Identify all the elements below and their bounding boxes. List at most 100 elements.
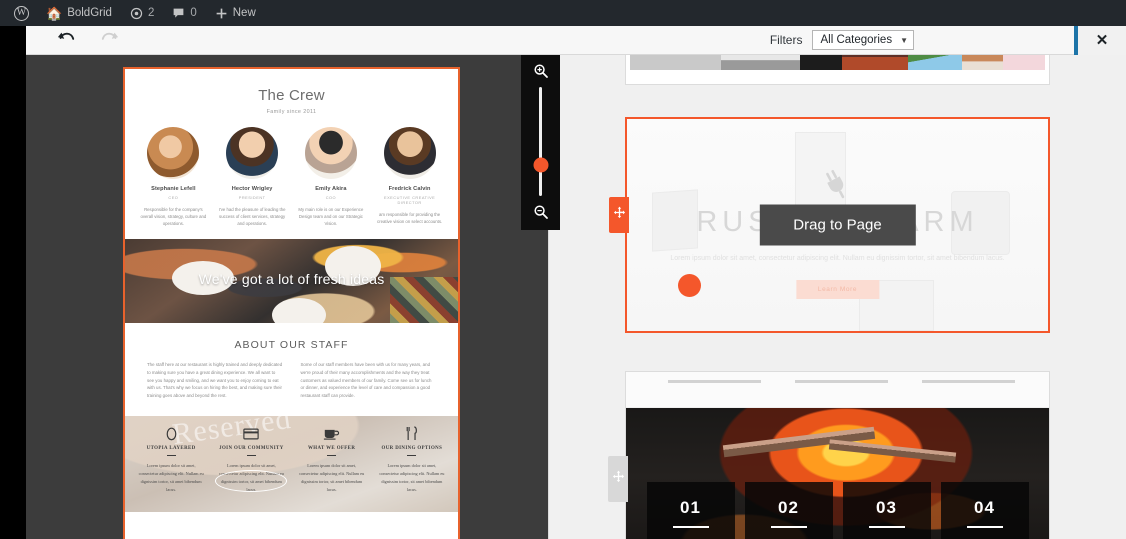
wp-admin-bar: W 🏠 BoldGrid 2 0 New xyxy=(0,0,1126,26)
zoom-slider-handle[interactable] xyxy=(533,157,548,173)
feature-item: OUR DINING OPTIONS Lorem ipsum dolor sit… xyxy=(372,426,452,494)
avatar xyxy=(226,127,279,179)
feature-title: UTOPIA LAYERED xyxy=(146,445,196,451)
banner-headline: We've got a lot of fresh ideas xyxy=(198,271,385,288)
redo-arrow-icon xyxy=(99,29,121,52)
crew-member: Emily Akira COO My main role is on our E… xyxy=(295,127,368,227)
blocks-panel: RUSTIC CHARM Lorem ipsum dolor sit amet,… xyxy=(560,55,1126,539)
crew-member-name: Fredrick Calvin xyxy=(388,186,431,192)
block-card-bottom[interactable]: 01 MARKETING 02 CONSULTING 03 BRANDING xyxy=(608,371,1050,539)
numbered-cards-row: 01 MARKETING 02 CONSULTING 03 BRANDING xyxy=(626,481,1049,539)
credit-card-icon xyxy=(211,426,291,442)
crew-member-bio: Responsible for the company's overall vi… xyxy=(140,207,207,227)
about-staff-title: ABOUT OUR STAFF xyxy=(234,339,349,352)
thumb-slice xyxy=(630,55,722,70)
header-line xyxy=(795,380,889,383)
card-number: 01 xyxy=(680,497,701,517)
decorative-ellipse xyxy=(214,469,287,492)
feature-divider xyxy=(246,454,256,457)
block-card-selected[interactable]: RUSTIC CHARM Lorem ipsum dolor sit amet,… xyxy=(609,117,1050,333)
crew-section: The Crew Family since 2011 xyxy=(125,69,458,115)
undo-button[interactable] xyxy=(44,26,88,55)
category-filter-value: All Categories xyxy=(820,34,893,46)
home-icon: 🏠 xyxy=(46,5,63,21)
crew-member-name: Hector Wrigley xyxy=(231,186,273,192)
feature-text: Lorem ipsum dolor sit amet, consectetur … xyxy=(138,463,204,492)
zoom-slider-track[interactable] xyxy=(533,87,548,196)
crew-member-bio: I've had the pleasure of leading the suc… xyxy=(218,207,286,227)
redo-button[interactable] xyxy=(88,26,132,55)
move-arrows-icon xyxy=(612,470,625,488)
preview-canvas: The Crew Family since 2011 Stephanie Lef… xyxy=(26,55,560,539)
card-divider xyxy=(672,525,709,528)
feature-divider xyxy=(407,454,417,457)
crew-member: Fredrick Calvin EXECUTIVE CREATIVE DIREC… xyxy=(373,127,446,227)
thumb-slice xyxy=(800,55,842,70)
canvas-left-gutter xyxy=(0,55,26,539)
editor-toolbar: Filters All Categories ▼ ✕ xyxy=(26,25,1126,55)
crew-member-name: Stephanie Lefell xyxy=(151,186,196,192)
crew-member-role: EXECUTIVE CREATIVE DIRECTOR xyxy=(383,195,436,205)
comments-count: 0 xyxy=(190,7,197,19)
orange-dot-indicator xyxy=(677,273,701,297)
updates-icon xyxy=(130,7,143,20)
site-name-menu[interactable]: 🏠 BoldGrid xyxy=(37,0,121,26)
learn-more-button[interactable]: Learn More xyxy=(795,280,880,300)
fresh-ideas-banner: We've got a lot of fresh ideas xyxy=(125,239,458,324)
filters-label: Filters xyxy=(769,33,803,47)
block-header-strip xyxy=(626,372,1049,408)
card-divider xyxy=(868,525,905,528)
fork-knife-icon xyxy=(372,426,452,442)
chevron-down-icon: ▼ xyxy=(900,35,908,45)
block-card-top[interactable] xyxy=(625,55,1050,85)
comment-icon xyxy=(172,7,185,20)
feature-divider xyxy=(327,454,337,457)
about-staff-paragraph: The staff here at our restaurant is high… xyxy=(147,362,283,399)
feature-item: WHAT WE OFFER Lorem ipsum dolor sit amet… xyxy=(292,426,372,494)
feature-title: WHAT WE OFFER xyxy=(307,445,356,451)
crew-member-bio: am responsible for providing the creativ… xyxy=(377,212,443,225)
undo-arrow-icon xyxy=(55,29,77,52)
features-row: UTOPIA LAYERED Lorem ipsum dolor sit ame… xyxy=(125,416,458,494)
header-line xyxy=(922,380,1016,383)
zoom-control-panel xyxy=(521,55,560,230)
crew-member-role: COO xyxy=(325,195,337,200)
block-drag-handle[interactable] xyxy=(608,456,628,502)
card-number: 03 xyxy=(876,497,897,517)
site-preview-page[interactable]: The Crew Family since 2011 Stephanie Lef… xyxy=(123,67,460,539)
category-filter-select[interactable]: All Categories ▼ xyxy=(812,30,914,50)
crew-member-name: Emily Akira xyxy=(315,186,347,192)
thumb-slice xyxy=(908,55,962,70)
avatar xyxy=(304,127,357,179)
app-screen: W 🏠 BoldGrid 2 0 New Filters All Categor… xyxy=(0,0,1126,539)
numbered-card: 02 CONSULTING xyxy=(744,481,833,539)
crew-member: Stephanie Lefell CEO Responsible for the… xyxy=(137,127,210,227)
thumb-slice xyxy=(721,55,801,70)
updates-count: 2 xyxy=(147,7,155,19)
block-preview-image: 01 MARKETING 02 CONSULTING 03 BRANDING xyxy=(626,408,1049,539)
close-button[interactable]: ✕ xyxy=(1078,25,1126,55)
block-drag-handle[interactable] xyxy=(609,197,629,233)
thumb-slice xyxy=(1003,55,1045,70)
crew-title: The Crew xyxy=(258,87,325,104)
card-number: 02 xyxy=(778,497,799,517)
crew-members-row: Stephanie Lefell CEO Responsible for the… xyxy=(125,115,458,227)
about-staff-paragraph: Some of our staff members have been with… xyxy=(300,362,432,399)
numbered-card: 04 DESIGN xyxy=(940,481,1029,539)
wp-logo-button[interactable]: W xyxy=(0,0,37,26)
about-staff-columns: The staff here at our restaurant is high… xyxy=(143,351,440,400)
card-divider xyxy=(770,525,807,528)
comments-menu[interactable]: 0 xyxy=(163,0,205,26)
crew-member-role: CEO xyxy=(168,195,179,200)
block-thumbnail xyxy=(630,55,1045,70)
updates-menu[interactable]: 2 xyxy=(121,0,163,26)
feature-text: Lorem ipsum dolor sit amet, consectetur … xyxy=(299,463,365,492)
egg-icon xyxy=(131,426,211,442)
numbered-card: 01 MARKETING xyxy=(646,481,735,539)
feature-divider xyxy=(166,454,176,457)
feature-title: JOIN OUR COMMUNITY xyxy=(219,445,284,451)
new-content-menu[interactable]: New xyxy=(206,0,265,26)
avatar xyxy=(147,127,200,179)
zoom-out-icon[interactable] xyxy=(533,204,549,220)
zoom-in-icon[interactable] xyxy=(533,63,549,79)
